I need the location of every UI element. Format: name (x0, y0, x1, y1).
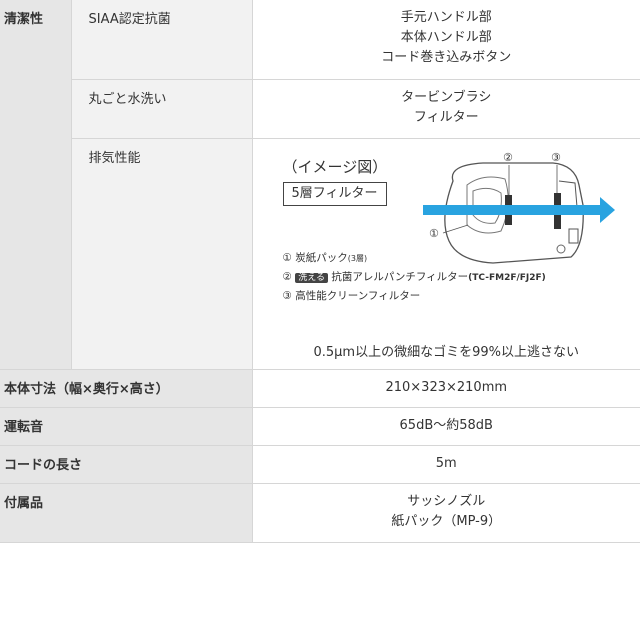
value-line: サッシノズル (407, 493, 486, 509)
airflow-arrow-icon (422, 204, 600, 215)
row-label: 本体寸法（幅×奥行×高さ） (0, 369, 252, 408)
callout-3: ③ (551, 151, 561, 164)
legend-text: 高性能クリーンフィルター (295, 289, 421, 302)
table-row: コードの長さ 5m (0, 445, 640, 484)
table-row: 丸ごと水洗い タービンブラシ フィルター (0, 79, 640, 139)
filter-legend: ① 炭紙パック(3層) ② 洗える 抗菌アレルパンチフィルター(TC-FM2F/… (283, 249, 546, 305)
row-label: 丸ごと水洗い (70, 79, 252, 139)
washable-badge: 洗える (295, 272, 328, 283)
value-line: 本体ハンドル部 (400, 30, 492, 45)
exhaust-note: 0.5μm以上の微細なゴミを99%以上逃さない (313, 344, 579, 360)
legend-item: ① 炭紙パック(3層) (283, 249, 546, 268)
callout-1: ① (429, 227, 439, 240)
row-value: 65dB～約58dB (251, 407, 640, 446)
table-row: 排気性能 （イメージ図） 5層フィルター ② ③ ① ① 炭紙パック(3層) ②… (0, 138, 640, 370)
row-label: コードの長さ (0, 445, 252, 484)
value-line: コード巻き込みボタン (381, 50, 512, 65)
table-row: 付属品 サッシノズル 紙パック（MP-9） (0, 483, 640, 543)
value-line: タービンブラシ (401, 89, 492, 105)
vacuum-illustration: ② ③ ① (422, 151, 615, 264)
value-line: 手元ハンドル部 (400, 10, 492, 25)
legend-text: 抗菌アレルパンチフィルター (331, 270, 469, 283)
table-row: 運転音 65dB～約58dB (0, 407, 640, 446)
row-label: 排気性能 (70, 138, 252, 370)
legend-marker: ③ (282, 289, 292, 302)
legend-item: ③ 高性能クリーンフィルター (283, 287, 546, 305)
row-label: SIAA認定抗菌 (70, 0, 252, 80)
row-label: 付属品 (0, 483, 252, 543)
legend-marker: ② (282, 270, 292, 283)
exhaust-diagram: （イメージ図） 5層フィルター ② ③ ① ① 炭紙パック(3層) ② 洗える … (253, 145, 640, 369)
table-row: 清潔性 SIAA認定抗菌 手元ハンドル部 本体ハンドル部 コード巻き込みボタン (0, 0, 640, 370)
value-line: 紙パック（MP-9） (391, 513, 502, 529)
row-value: サッシノズル 紙パック（MP-9） (251, 483, 640, 543)
legend-note: (3層) (347, 253, 368, 263)
value-line: フィルター (413, 109, 479, 125)
callout-2: ② (503, 151, 513, 164)
row-value: 5m (251, 445, 640, 484)
row-value: （イメージ図） 5層フィルター ② ③ ① ① 炭紙パック(3層) ② 洗える … (251, 138, 640, 370)
spec-table: 清潔性 SIAA認定抗菌 手元ハンドル部 本体ハンドル部 コード巻き込みボタン … (0, 0, 640, 543)
legend-model: (TC-FM2F/FJ2F) (468, 272, 546, 283)
legend-text: 炭紙パック (295, 251, 348, 264)
row-label: 運転音 (0, 407, 252, 446)
legend-marker: ① (282, 251, 292, 264)
row-value: 手元ハンドル部 本体ハンドル部 コード巻き込みボタン (251, 0, 640, 80)
row-value: 210×323×210mm (251, 369, 640, 408)
row-value: タービンブラシ フィルター (251, 79, 640, 139)
table-row: 本体寸法（幅×奥行×高さ） 210×323×210mm (0, 369, 640, 408)
legend-item: ② 洗える 抗菌アレルパンチフィルター(TC-FM2F/FJ2F) (283, 268, 546, 287)
category-label: 清潔性 (0, 0, 71, 370)
